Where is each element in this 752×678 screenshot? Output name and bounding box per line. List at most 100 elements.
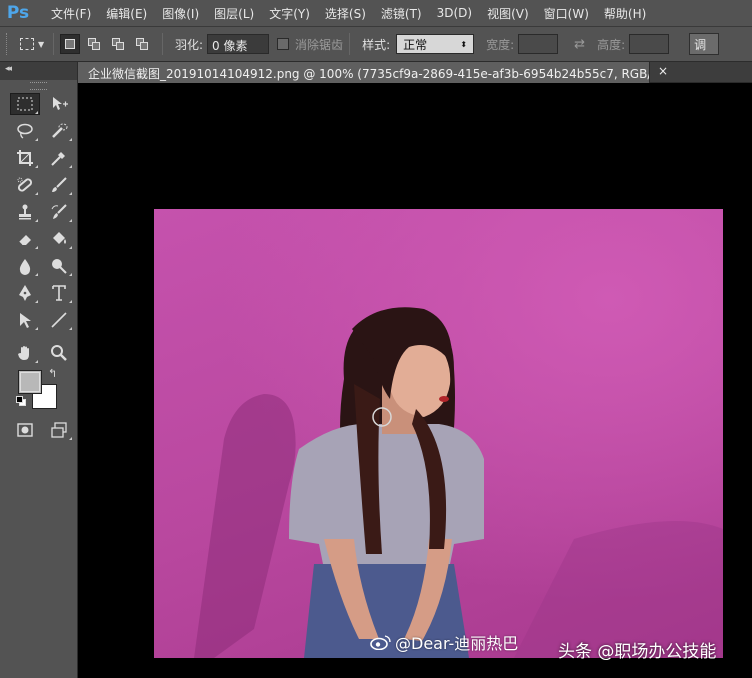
zoom-icon bbox=[51, 344, 67, 361]
path-selection-tool[interactable] bbox=[8, 306, 42, 333]
hand-icon bbox=[18, 345, 29, 360]
swap-colors-icon[interactable]: ↰ bbox=[48, 367, 57, 380]
type-tool[interactable] bbox=[42, 279, 76, 306]
brush-icon bbox=[52, 176, 67, 192]
eyedropper-icon bbox=[51, 151, 65, 166]
quick-selection-tool[interactable] bbox=[42, 117, 76, 144]
document-title: 企业微信截图_20191014104912.png @ 100% (7735cf… bbox=[88, 67, 650, 81]
path-selection-icon bbox=[20, 312, 31, 328]
document-tab-bar: 企业微信截图_20191014104912.png @ 100% (7735cf… bbox=[78, 62, 752, 83]
color-swatches: ↰ bbox=[0, 366, 77, 410]
document-tab[interactable]: 企业微信截图_20191014104912.png @ 100% (7735cf… bbox=[78, 62, 650, 83]
menu-image[interactable]: 图像(I) bbox=[162, 5, 199, 22]
quick-mask-icon bbox=[17, 422, 33, 437]
new-selection-button[interactable] bbox=[60, 34, 80, 54]
zoom-tool[interactable] bbox=[42, 339, 76, 366]
antialias-checkbox[interactable] bbox=[277, 38, 290, 50]
weibo-icon bbox=[370, 635, 391, 650]
rectangular-marquee-icon bbox=[20, 38, 34, 50]
width-label: 宽度: bbox=[486, 37, 515, 52]
divider bbox=[162, 33, 163, 55]
select-arrows-icon: ⬍ bbox=[460, 39, 468, 49]
add-to-selection-button[interactable] bbox=[84, 34, 104, 54]
history-brush-tool[interactable] bbox=[42, 198, 76, 225]
options-bar: ▼ 羽化: 0 像素 消除锯齿 样式: 正常 ⬍ 宽度: ⇄ 高度: 调 bbox=[0, 26, 752, 62]
tool-preset-picker[interactable]: ▼ bbox=[17, 32, 47, 56]
eraser-icon bbox=[18, 234, 31, 245]
paint-bucket-tool[interactable] bbox=[42, 225, 76, 252]
clone-stamp-tool[interactable] bbox=[8, 198, 42, 225]
spot-healing-brush-tool[interactable] bbox=[8, 171, 42, 198]
toutiao-watermark: 头条 @职场办公技能 bbox=[558, 642, 717, 662]
canvas-area[interactable]: @Dear-迪丽热巴 头条 @职场办公技能 bbox=[78, 83, 752, 678]
paint-bucket-icon bbox=[53, 231, 66, 244]
rectangular-marquee-tool[interactable] bbox=[8, 90, 42, 117]
menu-help[interactable]: 帮助(H) bbox=[604, 5, 646, 22]
photoshop-logo: Ps bbox=[6, 3, 30, 23]
crop-icon bbox=[17, 149, 33, 166]
menu-file[interactable]: 文件(F) bbox=[51, 5, 91, 22]
menu-select[interactable]: 选择(S) bbox=[325, 5, 366, 22]
move-tool[interactable] bbox=[42, 90, 76, 117]
menu-window[interactable]: 窗口(W) bbox=[544, 5, 589, 22]
options-grip[interactable] bbox=[6, 33, 9, 55]
add-selection-icon bbox=[88, 38, 100, 50]
move-icon bbox=[53, 96, 68, 110]
width-input[interactable] bbox=[518, 34, 559, 54]
menu-edit[interactable]: 编辑(E) bbox=[106, 5, 147, 22]
history-brush-icon bbox=[51, 203, 67, 219]
menu-type[interactable]: 文字(Y) bbox=[269, 5, 310, 22]
style-label: 样式: bbox=[362, 37, 391, 52]
spot-healing-icon bbox=[17, 177, 33, 192]
tools-panel: ◂◂ ↰ bbox=[0, 62, 78, 678]
menu-filter[interactable]: 滤镜(T) bbox=[381, 5, 422, 22]
foreground-color-swatch[interactable] bbox=[18, 370, 42, 394]
dodge-tool[interactable] bbox=[42, 252, 76, 279]
eraser-tool[interactable] bbox=[8, 225, 42, 252]
height-input[interactable] bbox=[629, 34, 670, 54]
line-icon bbox=[51, 311, 67, 328]
subtract-from-selection-button[interactable] bbox=[108, 34, 128, 54]
height-label: 高度: bbox=[597, 37, 626, 52]
hand-tool[interactable] bbox=[8, 339, 42, 366]
dodge-icon bbox=[52, 258, 67, 274]
blur-icon bbox=[19, 258, 31, 275]
swap-dimensions-icon[interactable]: ⇄ bbox=[574, 37, 585, 52]
subtract-selection-icon bbox=[112, 38, 124, 50]
screen-mode-icon bbox=[51, 421, 67, 438]
screen-mode-button[interactable] bbox=[42, 416, 76, 443]
weibo-watermark: @Dear-迪丽热巴 bbox=[370, 630, 518, 654]
blur-tool[interactable] bbox=[8, 252, 42, 279]
feather-label: 羽化: bbox=[175, 37, 204, 52]
menu-3d[interactable]: 3D(D) bbox=[437, 6, 472, 20]
chevron-down-icon: ▼ bbox=[38, 39, 45, 49]
menu-bar: Ps 文件(F) 编辑(E) 图像(I) 图层(L) 文字(Y) 选择(S) 滤… bbox=[0, 0, 752, 26]
photo-illustration bbox=[194, 307, 723, 658]
quick-mask-button[interactable] bbox=[8, 416, 42, 443]
pen-tool[interactable] bbox=[8, 279, 42, 306]
rectangular-marquee-icon bbox=[17, 97, 33, 110]
lasso-tool[interactable] bbox=[8, 117, 42, 144]
close-tab-icon[interactable]: × bbox=[658, 64, 668, 78]
menu-view[interactable]: 视图(V) bbox=[487, 5, 529, 22]
antialias-label: 消除锯齿 bbox=[295, 37, 344, 52]
line-tool[interactable] bbox=[42, 306, 76, 333]
intersect-selection-icon bbox=[136, 38, 148, 50]
feather-input[interactable]: 0 像素 bbox=[207, 34, 270, 54]
crop-tool[interactable] bbox=[8, 144, 42, 171]
brush-tool[interactable] bbox=[42, 171, 76, 198]
style-select[interactable]: 正常 ⬍ bbox=[396, 34, 475, 54]
collapse-icon[interactable]: ◂◂ bbox=[5, 64, 12, 74]
eyedropper-tool[interactable] bbox=[42, 144, 76, 171]
tools-panel-grip[interactable] bbox=[30, 82, 47, 90]
tools-panel-header[interactable]: ◂◂ bbox=[0, 62, 77, 80]
intersect-selection-button[interactable] bbox=[132, 34, 152, 54]
weibo-handle: @Dear-迪丽热巴 bbox=[395, 634, 519, 653]
lasso-icon bbox=[17, 123, 33, 139]
pen-icon bbox=[19, 284, 31, 301]
menu-layer[interactable]: 图层(L) bbox=[214, 5, 254, 22]
divider bbox=[53, 33, 54, 55]
clone-stamp-icon bbox=[19, 204, 31, 219]
default-colors-icon[interactable] bbox=[16, 396, 26, 406]
refine-edge-button[interactable]: 调 bbox=[689, 33, 720, 55]
